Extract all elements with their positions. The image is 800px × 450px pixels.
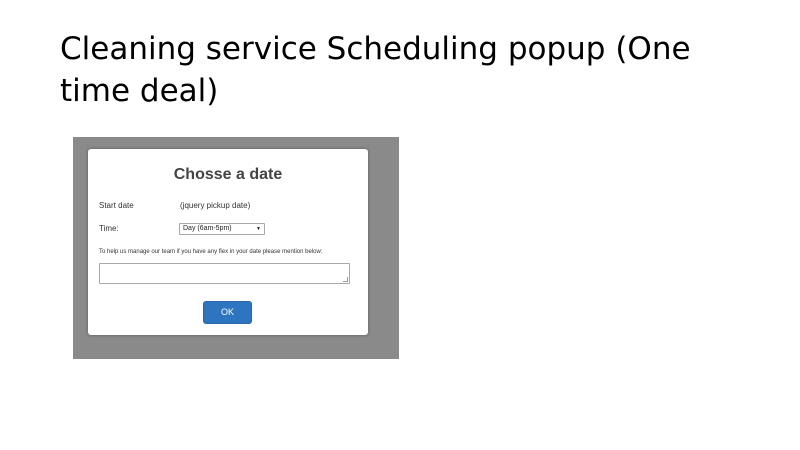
date-dialog: Chosse a date Start date (jquery pickup … <box>88 149 368 335</box>
time-select[interactable]: Day (6am-5pm) ▼ <box>179 223 265 235</box>
slide-title: Cleaning service Scheduling popup (One t… <box>60 31 691 109</box>
dialog-title: Chosse a date <box>173 166 283 183</box>
time-label: Time: <box>99 224 119 233</box>
resize-grip-icon[interactable] <box>343 277 348 282</box>
ok-button[interactable]: OK <box>203 301 252 324</box>
modal-overlay: Chosse a date Start date (jquery pickup … <box>73 137 399 359</box>
flexibility-notes-textarea[interactable] <box>99 263 350 284</box>
start-date-label: Start date <box>99 201 134 210</box>
start-date-value[interactable]: (jquery pickup date) <box>180 201 250 210</box>
time-select-value: Day (6am-5pm) <box>183 225 232 232</box>
chevron-down-icon: ▼ <box>256 226 261 232</box>
flexibility-help-text: To help us manage our team if you have a… <box>99 249 323 255</box>
